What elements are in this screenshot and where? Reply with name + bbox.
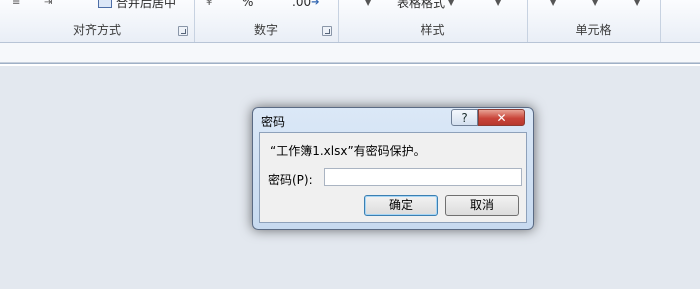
table-format-label: 表格格式 [397, 0, 446, 10]
password-dialog: 密码 ? ✕ “工作簿1.xlsx”有密码保护。 密码(P): 确定 取消 [252, 107, 534, 230]
password-input[interactable] [324, 168, 522, 186]
decimal-label: .00 [292, 0, 312, 9]
ribbon-group-cells: ▼ ▼ ▼ 单元格 [527, 0, 661, 42]
dialog-titlebar[interactable]: 密码 ? ✕ [253, 108, 533, 132]
ribbon-group-styles: ▼ 表格格式 ▼ ▼ 样式 [338, 0, 528, 42]
insert-cells-button[interactable]: ▼ [547, 0, 556, 10]
workspace-top-edge [0, 64, 700, 66]
currency-button[interactable]: ¥ [206, 0, 212, 10]
conditional-format-button[interactable]: ▼ [362, 0, 371, 10]
align-buttons[interactable]: ≡ [12, 0, 20, 10]
cells-group-label: 单元格 [575, 23, 612, 37]
merge-center-label: 合并后居中 [116, 0, 177, 10]
indent-buttons[interactable]: ⇥ [44, 0, 52, 10]
chevron-down-icon: ▼ [365, 0, 372, 7]
help-icon: ? [461, 111, 468, 125]
password-label: 密码(P): [268, 173, 313, 187]
number-launcher-icon[interactable] [322, 26, 332, 36]
ribbon: ≡ ⇥ 合并后居中 对齐方式 ¥ % .00 ➔ 数字 ▼ 表格格式 ▼ ▼ 样… [0, 0, 700, 43]
alignment-group-label: 对齐方式 [72, 23, 121, 37]
ribbon-group-number: ¥ % .00 ➔ 数字 [194, 0, 339, 42]
styles-group-label: 样式 [420, 23, 445, 37]
decimal-button[interactable]: .00 ➔ [292, 0, 319, 10]
cell-styles-button[interactable]: ▼ [492, 0, 501, 10]
cancel-button[interactable]: 取消 [445, 195, 519, 216]
close-button[interactable]: ✕ [478, 109, 525, 126]
merge-icon [98, 0, 112, 8]
protection-message: “工作簿1.xlsx”有密码保护。 [270, 144, 426, 158]
align-icon: ≡ [12, 0, 21, 8]
format-cells-button[interactable]: ▼ [631, 0, 640, 10]
percent-label: % [242, 0, 254, 9]
delete-cells-button[interactable]: ▼ [589, 0, 598, 10]
help-button[interactable]: ? [451, 109, 478, 126]
formula-bar[interactable] [0, 43, 700, 63]
merge-center-button[interactable]: 合并后居中 [98, 0, 176, 10]
number-group-label: 数字 [253, 23, 278, 37]
close-icon: ✕ [496, 111, 507, 125]
dialog-body: “工作簿1.xlsx”有密码保护。 密码(P): 确定 取消 [259, 132, 527, 223]
indent-icon: ⇥ [44, 0, 53, 8]
percent-button[interactable]: % [242, 0, 253, 10]
chevron-down-icon: ▼ [495, 0, 502, 7]
chevron-down-icon: ▼ [448, 0, 455, 7]
decimal-arrow-icon: ➔ [311, 0, 320, 8]
alignment-launcher-icon[interactable] [178, 26, 188, 36]
dialog-title: 密码 [261, 115, 286, 129]
table-format-button[interactable]: 表格格式 ▼ [397, 0, 454, 10]
ok-button[interactable]: 确定 [364, 195, 438, 216]
ribbon-group-alignment: ≡ ⇥ 合并后居中 对齐方式 [0, 0, 195, 42]
chevron-down-icon: ▼ [550, 0, 557, 7]
chevron-down-icon: ▼ [592, 0, 599, 7]
currency-icon: ¥ [206, 0, 213, 8]
chevron-down-icon: ▼ [634, 0, 641, 7]
